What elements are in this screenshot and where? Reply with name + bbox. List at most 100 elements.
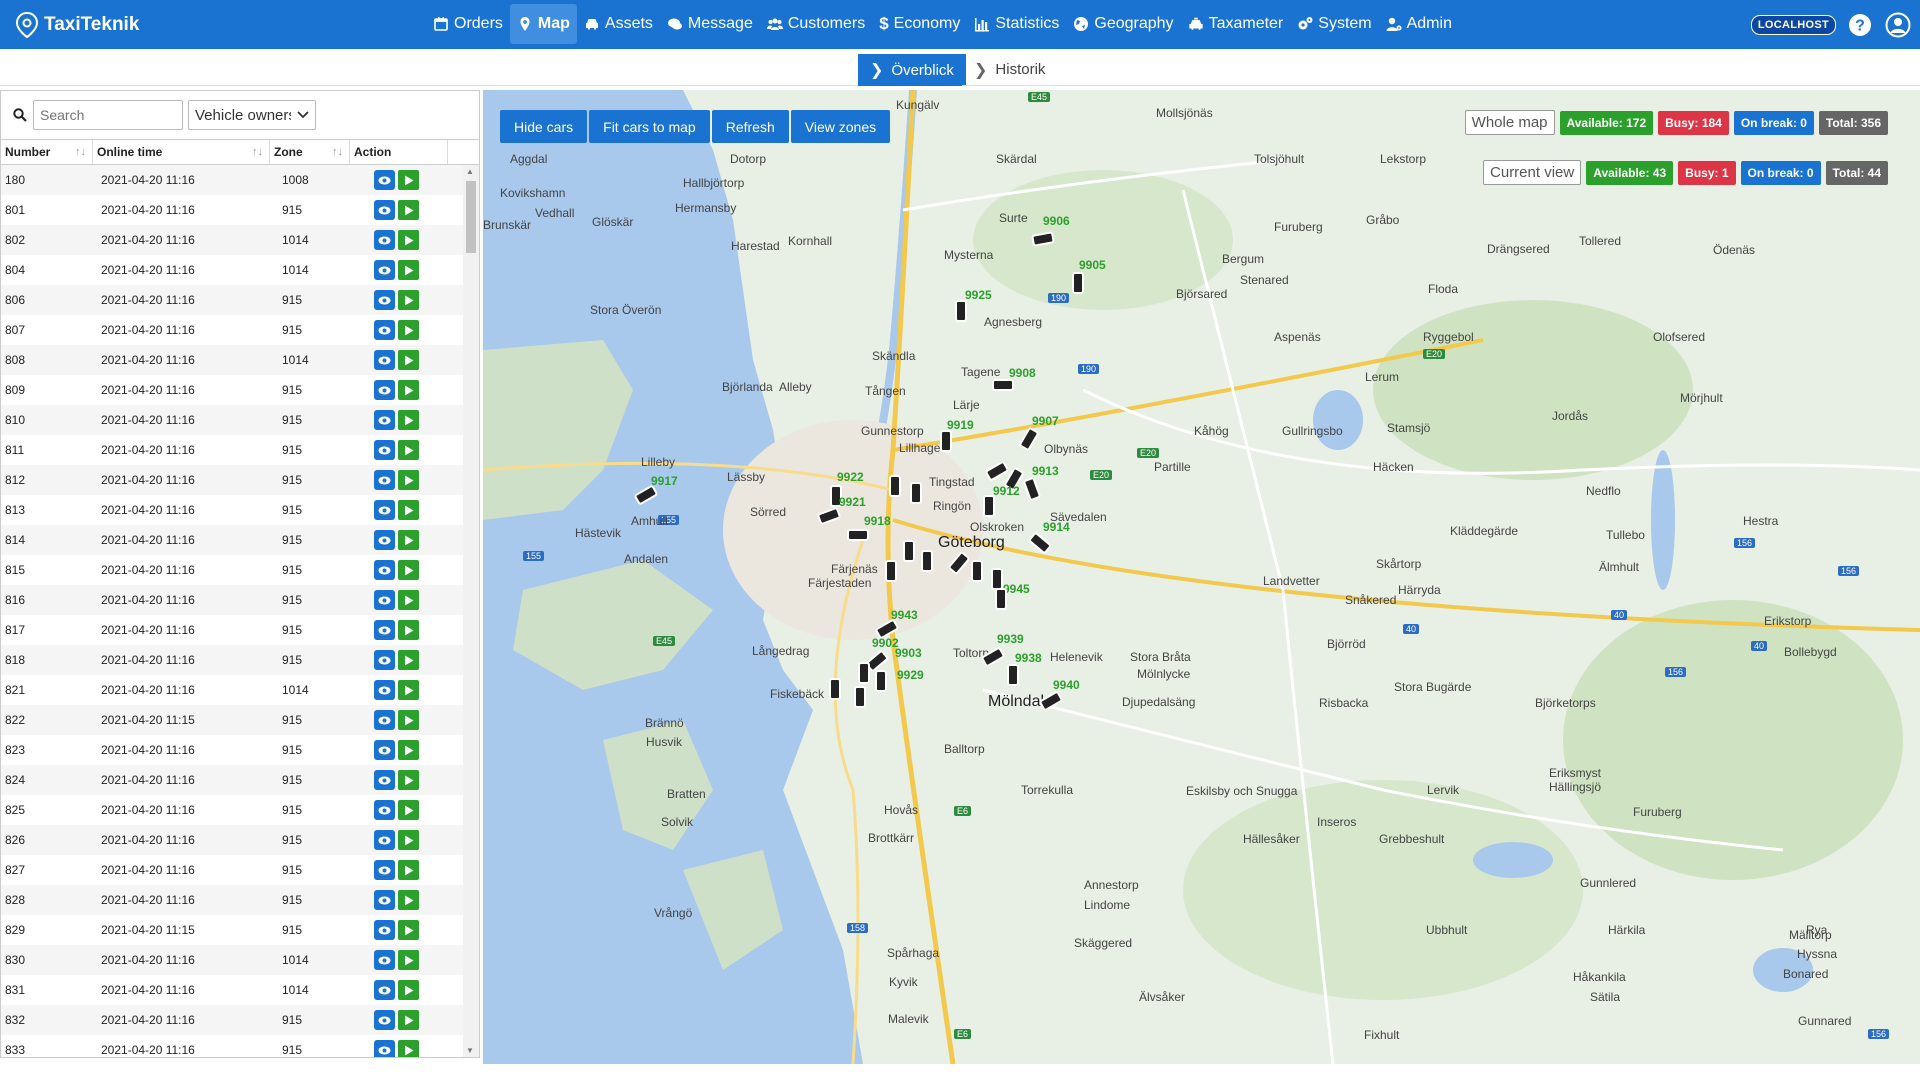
view-zones-button[interactable]: View zones [790, 110, 891, 143]
play-history-button[interactable] [398, 380, 419, 400]
table-row[interactable]: 809 2021-04-20 11:16 915 [1, 375, 465, 405]
view-vehicle-button[interactable] [374, 950, 395, 970]
col-number[interactable]: Number ↑↓ [1, 140, 93, 164]
table-row[interactable]: 807 2021-04-20 11:16 915 [1, 315, 465, 345]
hide-cars-button[interactable]: Hide cars [500, 110, 588, 143]
view-vehicle-button[interactable] [374, 1040, 395, 1057]
table-row[interactable]: 808 2021-04-20 11:16 1014 [1, 345, 465, 375]
play-history-button[interactable] [398, 950, 419, 970]
play-history-button[interactable] [398, 410, 419, 430]
play-history-button[interactable] [398, 530, 419, 550]
view-vehicle-button[interactable] [374, 740, 395, 760]
view-vehicle-button[interactable] [374, 260, 395, 280]
taxi-car-marker[interactable] [983, 495, 995, 517]
refresh-button[interactable]: Refresh [711, 110, 789, 143]
col-zone[interactable]: Zone ↑↓ [270, 140, 350, 164]
nav-system[interactable]: System [1290, 4, 1378, 44]
help-icon[interactable]: ? [1846, 11, 1874, 39]
table-row[interactable]: 829 2021-04-20 11:15 915 [1, 915, 465, 945]
taxi-car-marker[interactable] [971, 560, 983, 582]
brand-logo[interactable]: TaxiTeknik [16, 11, 426, 38]
table-row[interactable]: 812 2021-04-20 11:16 915 [1, 465, 465, 495]
play-history-button[interactable] [398, 440, 419, 460]
play-history-button[interactable] [398, 500, 419, 520]
play-history-button[interactable] [398, 1010, 419, 1030]
view-vehicle-button[interactable] [374, 350, 395, 370]
nav-assets[interactable]: Assets [577, 4, 660, 44]
play-history-button[interactable] [398, 740, 419, 760]
view-vehicle-button[interactable] [374, 500, 395, 520]
table-row[interactable]: 832 2021-04-20 11:16 915 [1, 1005, 465, 1035]
play-history-button[interactable] [398, 710, 419, 730]
play-history-button[interactable] [398, 260, 419, 280]
taxi-car-marker[interactable] [921, 550, 933, 572]
play-history-button[interactable] [398, 620, 419, 640]
table-row[interactable]: 817 2021-04-20 11:16 915 [1, 615, 465, 645]
nav-map[interactable]: Map [509, 4, 577, 44]
nav-geography[interactable]: Geography [1066, 4, 1180, 44]
nav-customers[interactable]: Customers [760, 4, 872, 44]
play-history-button[interactable] [398, 920, 419, 940]
fit-cars-button[interactable]: Fit cars to map [589, 110, 710, 143]
view-vehicle-button[interactable] [374, 320, 395, 340]
play-history-button[interactable] [398, 650, 419, 670]
view-vehicle-button[interactable] [374, 1010, 395, 1030]
play-history-button[interactable] [398, 860, 419, 880]
taxi-car-marker[interactable] [1007, 664, 1019, 686]
search-input[interactable] [33, 100, 183, 130]
taxi-car-marker[interactable] [858, 662, 870, 684]
scroll-down-icon[interactable]: ▼ [466, 1046, 474, 1055]
play-history-button[interactable] [398, 290, 419, 310]
scroll-up-icon[interactable]: ▲ [466, 167, 474, 176]
map-view[interactable]: Hide cars Fit cars to map Refresh View z… [483, 90, 1920, 1064]
taxi-car-marker[interactable] [1072, 272, 1084, 294]
view-vehicle-button[interactable] [374, 860, 395, 880]
table-row[interactable]: 825 2021-04-20 11:16 915 [1, 795, 465, 825]
view-vehicle-button[interactable] [374, 650, 395, 670]
table-row[interactable]: 821 2021-04-20 11:16 1014 [1, 675, 465, 705]
view-vehicle-button[interactable] [374, 230, 395, 250]
taxi-car-marker[interactable] [991, 568, 1003, 590]
play-history-button[interactable] [398, 350, 419, 370]
nav-statistics[interactable]: Statistics [967, 4, 1066, 44]
user-profile-icon[interactable] [1884, 11, 1912, 39]
tab-history[interactable]: ❯ Historik [962, 54, 1058, 86]
view-vehicle-button[interactable] [374, 410, 395, 430]
view-vehicle-button[interactable] [374, 980, 395, 1000]
taxi-car-marker[interactable] [847, 529, 869, 541]
taxi-car-marker[interactable] [992, 379, 1014, 391]
play-history-button[interactable] [398, 200, 419, 220]
view-vehicle-button[interactable] [374, 890, 395, 910]
taxi-car-marker[interactable] [875, 670, 887, 692]
table-row[interactable]: 811 2021-04-20 11:16 915 [1, 435, 465, 465]
table-row[interactable]: 823 2021-04-20 11:16 915 [1, 735, 465, 765]
view-vehicle-button[interactable] [374, 530, 395, 550]
view-vehicle-button[interactable] [374, 200, 395, 220]
view-vehicle-button[interactable] [374, 290, 395, 310]
nav-admin[interactable]: Admin [1379, 4, 1459, 44]
play-history-button[interactable] [398, 560, 419, 580]
nav-taxameter[interactable]: Taxameter [1181, 4, 1291, 44]
taxi-car-marker[interactable] [854, 686, 866, 708]
table-row[interactable]: 802 2021-04-20 11:16 1014 [1, 225, 465, 255]
sort-icon[interactable]: ↑↓ [75, 146, 86, 158]
play-history-button[interactable] [398, 170, 419, 190]
taxi-car-marker[interactable] [829, 678, 841, 700]
view-vehicle-button[interactable] [374, 710, 395, 730]
nav-message[interactable]: Message [660, 4, 760, 44]
view-vehicle-button[interactable] [374, 470, 395, 490]
scroll-thumb[interactable] [466, 181, 476, 253]
table-row[interactable]: 818 2021-04-20 11:16 915 [1, 645, 465, 675]
play-history-button[interactable] [398, 890, 419, 910]
view-vehicle-button[interactable] [374, 680, 395, 700]
taxi-car-marker[interactable] [995, 588, 1007, 610]
view-vehicle-button[interactable] [374, 170, 395, 190]
nav-orders[interactable]: Orders [426, 4, 510, 44]
view-vehicle-button[interactable] [374, 920, 395, 940]
nav-economy[interactable]: $ Economy [872, 4, 967, 44]
play-history-button[interactable] [398, 830, 419, 850]
play-history-button[interactable] [398, 770, 419, 790]
vehicle-owners-select[interactable]: Vehicle owners [188, 100, 316, 130]
play-history-button[interactable] [398, 590, 419, 610]
table-scrollbar[interactable]: ▲ ▼ [463, 165, 479, 1057]
